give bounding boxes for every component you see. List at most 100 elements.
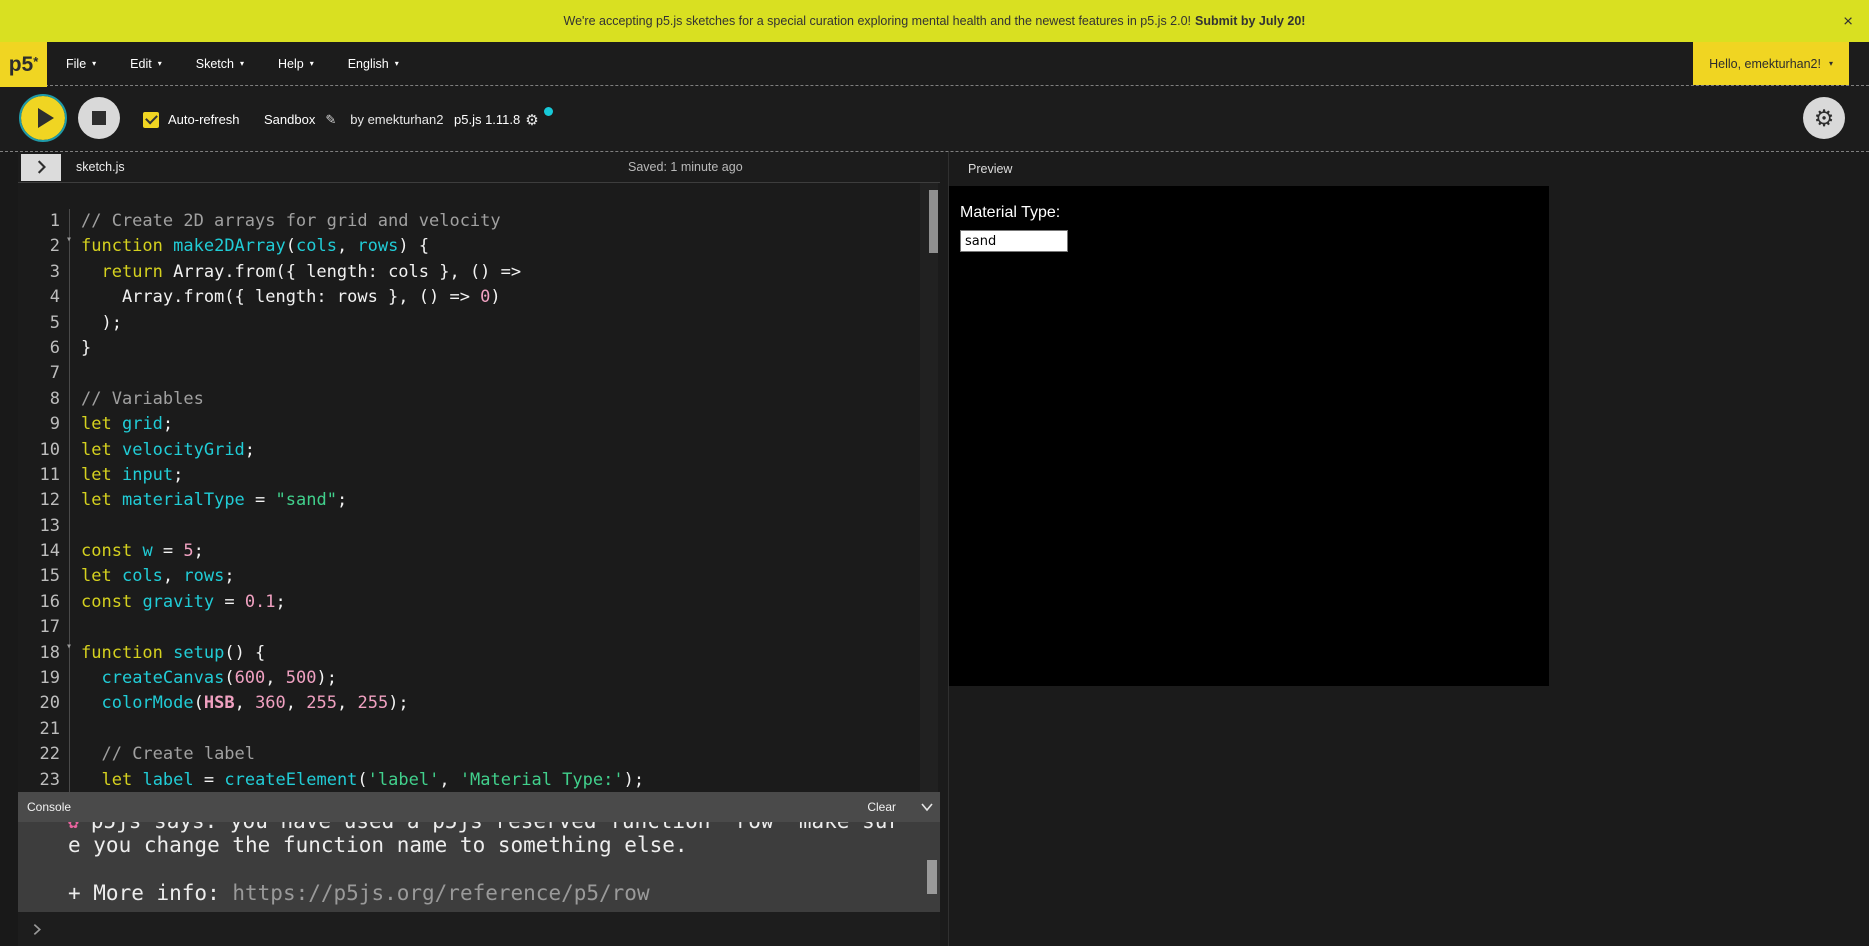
code-line[interactable]: 14const w = 5; (18, 539, 940, 564)
code-line[interactable]: 1// Create 2D arrays for grid and veloci… (18, 209, 940, 234)
logo-text: p5 (9, 53, 34, 77)
check-icon (145, 112, 158, 125)
console-message: e you change the function name to someth… (68, 833, 940, 857)
code-text: let cols, rows; (70, 564, 235, 589)
fold-arrow-icon[interactable]: ▾ (66, 235, 72, 245)
code-line[interactable]: 3 return Array.from({ length: cols }, ()… (18, 260, 940, 285)
chevron-down-icon: ▾ (92, 60, 96, 68)
console-clear-button[interactable]: Clear (861, 799, 902, 815)
line-number: 1 (18, 209, 70, 234)
code-text: // Create 2D arrays for grid and velocit… (70, 209, 501, 234)
code-text: Array.from({ length: rows }, () => 0) (70, 285, 501, 310)
editor-tab-bar: sketch.js Saved: 1 minute ago (18, 152, 940, 183)
editor-scrollbar-thumb[interactable] (929, 190, 938, 253)
console-title: Console (27, 800, 71, 814)
code-text: let velocityGrid; (70, 438, 255, 463)
edit-pencil-icon[interactable]: ✎ (325, 112, 336, 128)
code-line[interactable]: 22 // Create label (18, 742, 940, 767)
announcement-banner: We're accepting p5.js sketches for a spe… (0, 0, 1869, 42)
menu-file[interactable]: File▾ (66, 57, 96, 71)
sketch-canvas[interactable]: Material Type: (949, 186, 1549, 686)
code-text: return Array.from({ length: cols }, () =… (70, 260, 521, 285)
notification-dot (544, 107, 553, 116)
code-line[interactable]: 19 createCanvas(600, 500); (18, 666, 940, 691)
tab-sketch-js[interactable]: sketch.js (76, 160, 125, 174)
code-line[interactable]: 20 colorMode(HSB, 360, 255, 255); (18, 691, 940, 716)
material-type-input[interactable] (960, 230, 1068, 252)
sidebar-expand-button[interactable] (21, 154, 61, 181)
settings-gear-button[interactable]: ⚙ (1803, 97, 1845, 139)
code-line[interactable]: 11let input; (18, 463, 940, 488)
line-number: 7 (18, 361, 70, 386)
line-number: 20 (18, 691, 70, 716)
code-line[interactable]: 23 let label = createElement('label', 'M… (18, 768, 940, 792)
code-line[interactable]: 5 ); (18, 311, 940, 336)
editor-scrollbar-track (920, 183, 938, 792)
p5-logo[interactable]: p5* (0, 42, 47, 87)
code-line[interactable]: 12let materialType = "sand"; (18, 488, 940, 513)
close-icon[interactable]: × (1841, 11, 1855, 32)
code-text (70, 361, 81, 386)
console-prompt-row[interactable] (18, 912, 940, 946)
menu-edit[interactable]: Edit▾ (130, 57, 162, 71)
code-line[interactable]: 6} (18, 336, 940, 361)
line-number: 3 (18, 260, 70, 285)
project-name[interactable]: Sandbox (264, 112, 315, 127)
code-text (70, 514, 81, 539)
console-scrollbar-thumb[interactable] (927, 860, 937, 894)
banner-message: We're accepting p5.js sketches for a spe… (564, 14, 1192, 28)
code-text: let grid; (70, 412, 173, 437)
code-line[interactable]: 8// Variables (18, 387, 940, 412)
toolbar: Auto-refresh Sandbox ✎ by emekturhan2 p5… (0, 85, 1869, 152)
line-number: 11 (18, 463, 70, 488)
p5-web-editor: We're accepting p5.js sketches for a spe… (0, 0, 1869, 946)
line-number: 10 (18, 438, 70, 463)
console-collapse-button[interactable] (920, 799, 934, 815)
preview-pane: Preview Material Type: (948, 152, 1869, 946)
line-number: 13 (18, 514, 70, 539)
menu-help[interactable]: Help▾ (278, 57, 314, 71)
code-text (70, 717, 81, 742)
chevron-down-icon: ▾ (310, 60, 314, 68)
code-line[interactable]: 16const gravity = 0.1; (18, 590, 940, 615)
gear-icon: ⚙ (1814, 105, 1835, 132)
chevron-down-icon (920, 799, 934, 815)
menu-bar: File▾ Edit▾ Sketch▾ Help▾ English▾ (66, 42, 399, 85)
chevron-down-icon: ▾ (240, 60, 244, 68)
console-message-clipped: ✿p5js says: you have used a p5js reserve… (68, 822, 940, 833)
play-button[interactable] (21, 96, 65, 140)
menu-language[interactable]: English▾ (348, 57, 399, 71)
line-number: 12 (18, 488, 70, 513)
code-line[interactable]: 10let velocityGrid; (18, 438, 940, 463)
code-line[interactable]: 7 (18, 361, 940, 386)
line-number: 5 (18, 311, 70, 336)
chevron-down-icon: ▾ (1829, 60, 1833, 68)
banner-cta-link[interactable]: Submit by July 20! (1195, 14, 1305, 28)
version-settings-gear-icon[interactable]: ⚙ (525, 111, 538, 129)
code-line[interactable]: 18▾function setup() { (18, 641, 940, 666)
p5-flower-icon: ✿ (68, 822, 79, 833)
logo-asterisk: * (33, 54, 38, 69)
auto-refresh-label: Auto-refresh (168, 112, 240, 127)
project-owner: by emekturhan2 (350, 112, 443, 127)
fold-arrow-icon[interactable]: ▾ (66, 642, 72, 652)
code-lines: 1// Create 2D arrays for grid and veloci… (18, 183, 940, 792)
auto-refresh-checkbox[interactable] (143, 112, 159, 128)
console-header[interactable]: Console Clear (18, 792, 940, 822)
reference-link[interactable]: https://p5js.org/reference/p5/row (232, 881, 649, 905)
code-line[interactable]: 15let cols, rows; (18, 564, 940, 589)
code-line[interactable]: 9let grid; (18, 412, 940, 437)
code-line[interactable]: 17 (18, 615, 940, 640)
console-output[interactable]: ✿p5js says: you have used a p5js reserve… (18, 822, 940, 912)
account-menu-button[interactable]: Hello, emekturhan2!▾ (1693, 42, 1849, 85)
code-editor[interactable]: 1// Create 2D arrays for grid and veloci… (18, 183, 940, 792)
code-line[interactable]: 21 (18, 717, 940, 742)
menu-sketch[interactable]: Sketch▾ (196, 57, 244, 71)
code-line[interactable]: 13 (18, 514, 940, 539)
code-text: createCanvas(600, 500); (70, 666, 337, 691)
console-blank-line (68, 857, 940, 881)
stop-button[interactable] (78, 97, 120, 139)
code-line[interactable]: 4 Array.from({ length: rows }, () => 0) (18, 285, 940, 310)
code-text: colorMode(HSB, 360, 255, 255); (70, 691, 409, 716)
code-line[interactable]: 2▾function make2DArray(cols, rows) { (18, 234, 940, 259)
